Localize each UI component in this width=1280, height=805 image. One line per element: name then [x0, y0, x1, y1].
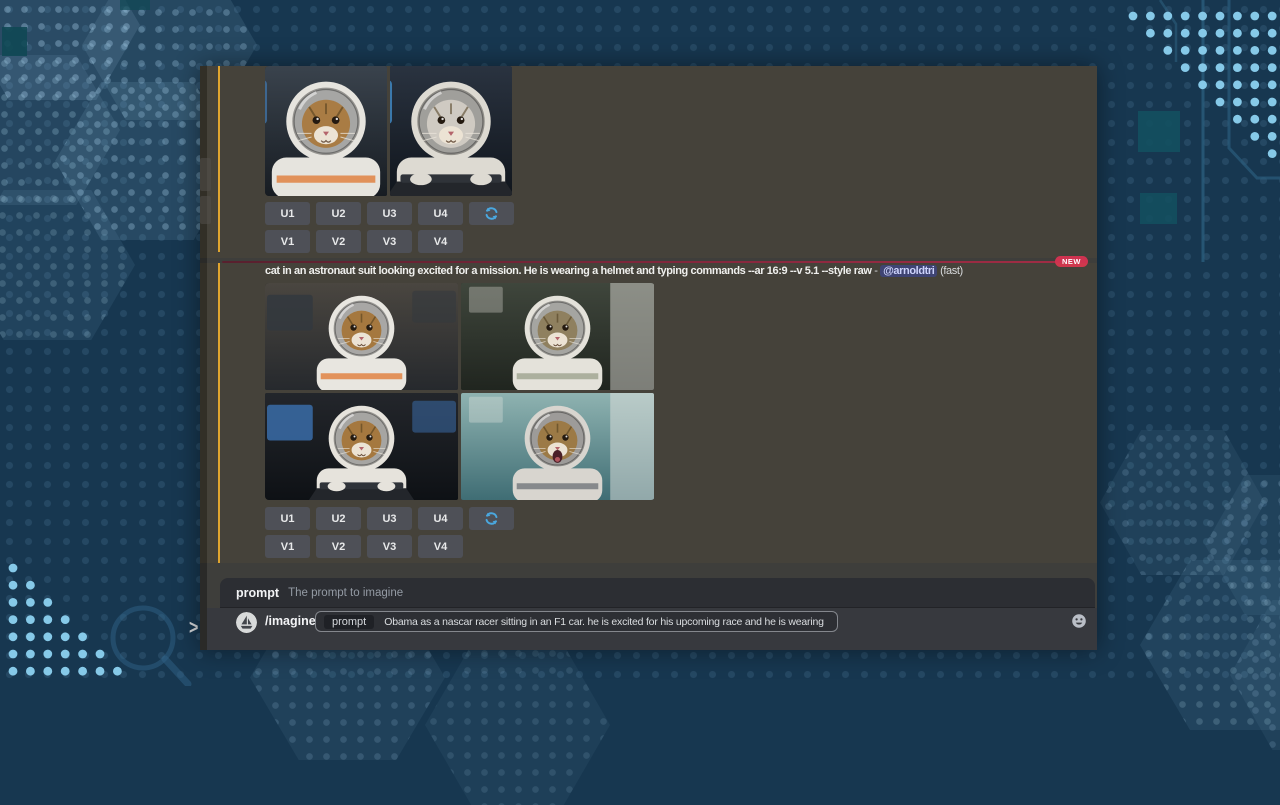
generated-image-tile[interactable]	[390, 66, 512, 196]
midjourney-v2-button[interactable]: V2	[316, 535, 361, 558]
cat-astronaut-art	[461, 393, 654, 500]
variation-button-row: V1 V2 V3 V4	[265, 230, 463, 253]
reroll-circular-arrows-icon	[484, 511, 499, 526]
smiley-icon	[1071, 613, 1087, 629]
midjourney-u4-button[interactable]: U4	[418, 202, 463, 225]
teal-square-decor	[1140, 193, 1177, 224]
midjourney-bot-avatar	[236, 612, 257, 633]
midjourney-u3-button[interactable]: U3	[367, 202, 412, 225]
option-name: prompt	[236, 586, 279, 600]
emoji-picker-button[interactable]	[1071, 613, 1087, 629]
midjourney-u2-button[interactable]: U2	[316, 202, 361, 225]
variation-button-row: V1 V2 V3 V4	[265, 535, 463, 558]
midjourney-message-partial: U1 U2 U3 U4 V1 V2 V3 V4	[200, 66, 1097, 258]
generated-image-tile[interactable]	[265, 66, 387, 196]
dash-separator: -	[874, 265, 877, 277]
midjourney-u3-button[interactable]: U3	[367, 507, 412, 530]
teal-square-decor	[2, 27, 27, 56]
user-mention[interactable]: @arnoldtri	[880, 265, 937, 277]
command-input-value[interactable]: Obama as a nascar racer sitting in an F1…	[384, 616, 824, 628]
sailboat-icon	[236, 612, 257, 633]
option-chip: prompt	[324, 615, 374, 629]
midjourney-v1-button[interactable]: V1	[265, 535, 310, 558]
midjourney-u1-button[interactable]: U1	[265, 202, 310, 225]
upscale-button-row: U1 U2 U3 U4	[265, 507, 514, 530]
cat-astronaut-art	[265, 66, 387, 196]
slash-command-autocomplete[interactable]: prompt The prompt to imagine	[220, 578, 1095, 608]
midjourney-message: cat in an astronaut suit looking excited…	[200, 263, 1097, 563]
command-input-box[interactable]: prompt Obama as a nascar racer sitting i…	[315, 611, 838, 632]
cat-astronaut-art	[461, 283, 654, 390]
expand-chevron-icon[interactable]: >	[189, 618, 198, 641]
reroll-circular-arrows-icon	[484, 206, 499, 221]
midjourney-v4-button[interactable]: V4	[418, 230, 463, 253]
midjourney-v1-button[interactable]: V1	[265, 230, 310, 253]
reroll-button[interactable]	[469, 202, 514, 225]
slash-command-label: /imagine	[265, 614, 316, 628]
generated-image-grid[interactable]	[265, 66, 513, 196]
mention-highlight-border	[218, 66, 220, 252]
reroll-button[interactable]	[469, 507, 514, 530]
option-description: The prompt to imagine	[288, 587, 403, 599]
teal-square-decor	[1138, 111, 1180, 152]
discord-window: U1U2U3U4 V1V2V3V4 NEW cat in an astronau…	[200, 66, 1097, 650]
cat-astronaut-art	[265, 393, 458, 500]
generated-image-grid[interactable]	[265, 283, 655, 500]
midjourney-u1-button[interactable]: U1	[265, 507, 310, 530]
prompt-text: cat in an astronaut suit looking excited…	[265, 265, 872, 277]
midjourney-v2-button[interactable]: V2	[316, 230, 361, 253]
midjourney-u2-button[interactable]: U2	[316, 507, 361, 530]
cat-astronaut-art	[390, 66, 512, 196]
message-input-bar: /imagine prompt Obama as a nascar racer …	[207, 608, 1097, 650]
generated-image-tile[interactable]	[461, 393, 654, 500]
generated-image-tile[interactable]	[265, 393, 458, 500]
screen: { "background": { "base_color": "#173750…	[0, 0, 1280, 686]
midjourney-v3-button[interactable]: V3	[367, 535, 412, 558]
prompt-text-line: cat in an astronaut suit looking excited…	[265, 265, 963, 277]
speed-note: (fast)	[940, 265, 963, 277]
cat-astronaut-art	[265, 283, 458, 390]
mention-highlight-border	[218, 263, 220, 563]
generated-image-tile[interactable]	[461, 283, 654, 390]
midjourney-u4-button[interactable]: U4	[418, 507, 463, 530]
midjourney-v4-button[interactable]: V4	[418, 535, 463, 558]
midjourney-v3-button[interactable]: V3	[367, 230, 412, 253]
upscale-button-row: U1 U2 U3 U4	[265, 202, 514, 225]
generated-image-tile[interactable]	[265, 283, 458, 390]
teal-square-decor	[120, 0, 150, 10]
